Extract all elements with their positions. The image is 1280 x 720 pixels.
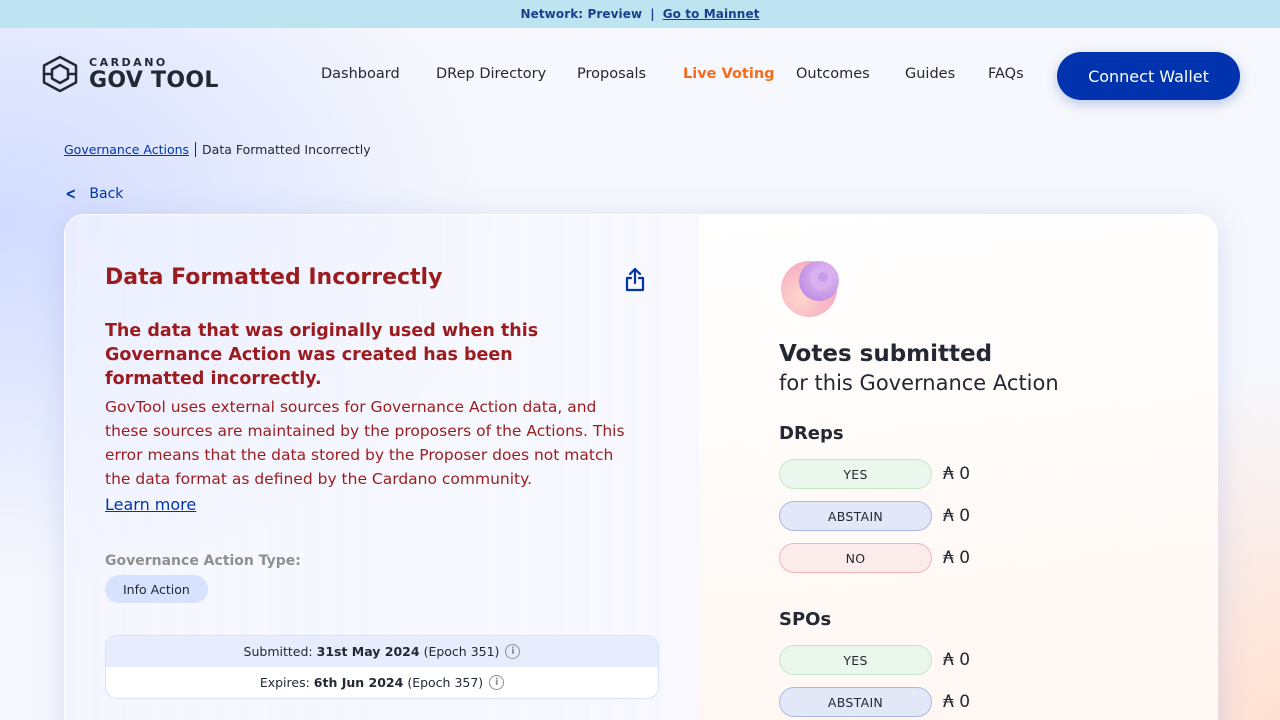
votes-subtitle: for this Governance Action <box>779 371 1059 395</box>
network-label: Network: Preview <box>520 7 643 21</box>
votes-illustration-icon <box>781 261 839 317</box>
info-icon[interactable]: i <box>505 644 521 659</box>
governance-action-card: Data Formatted Incorrectly The data that… <box>64 214 1218 720</box>
expires-label: Expires: <box>259 675 310 690</box>
drep-abstain-row: ABSTAIN ₳ 0 <box>779 501 970 531</box>
action-type-label: Governance Action Type: <box>105 553 301 569</box>
expires-epoch: (Epoch 357) <box>407 675 484 690</box>
spo-abstain-amount: ₳ 0 <box>943 692 971 712</box>
back-button[interactable]: < Back <box>64 184 123 203</box>
drep-no-row: NO ₳ 0 <box>779 543 970 573</box>
votes-panel: Votes submitted for this Governance Acti… <box>699 215 1217 720</box>
share-icon[interactable] <box>623 267 647 293</box>
error-heading: The data that was originally used when t… <box>105 321 539 389</box>
submitted-row: Submitted: 31st May 2024 (Epoch 351) i <box>106 636 658 667</box>
drep-no-pill: NO <box>779 543 932 573</box>
chevron-left-icon: < <box>65 184 77 203</box>
expires-row: Expires: 6th Jun 2024 (Epoch 357) i <box>106 667 658 698</box>
banner-separator: | <box>650 7 655 21</box>
action-type-chip: Info Action <box>105 575 208 603</box>
connect-wallet-button[interactable]: Connect Wallet <box>1057 52 1240 100</box>
logo-big-text: GOV TOOL <box>89 67 219 93</box>
drep-abstain-amount: ₳ 0 <box>943 506 971 526</box>
drep-yes-pill: YES <box>779 459 932 489</box>
action-details-panel: Data Formatted Incorrectly The data that… <box>65 215 699 720</box>
drep-no-amount: ₳ 0 <box>943 548 971 568</box>
spo-abstain-row: ABSTAIN ₳ 0 <box>779 687 970 717</box>
votes-title: Votes submitted <box>779 341 993 367</box>
spo-abstain-pill: ABSTAIN <box>779 687 932 717</box>
govtool-logo[interactable]: CARDANO GOV TOOL <box>40 55 219 93</box>
error-body: GovTool uses external sources for Govern… <box>105 398 625 488</box>
nav-outcomes[interactable]: Outcomes <box>796 66 870 82</box>
breadcrumb-governance-actions[interactable]: Governance Actions <box>64 142 189 157</box>
spo-yes-amount: ₳ 0 <box>943 650 971 670</box>
spo-yes-pill: YES <box>779 645 932 675</box>
breadcrumb-current: Data Formatted Incorrectly <box>202 142 371 157</box>
nav-drep-directory[interactable]: DRep Directory <box>436 66 546 82</box>
info-icon[interactable]: i <box>489 675 505 690</box>
nav-guides[interactable]: Guides <box>905 66 955 82</box>
nav-faqs[interactable]: FAQs <box>988 66 1024 82</box>
breadcrumb: Governance Actions Data Formatted Incorr… <box>64 142 371 157</box>
action-dates: Submitted: 31st May 2024 (Epoch 351) i E… <box>105 635 659 699</box>
network-banner: Network: Preview | Go to Mainnet <box>0 0 1280 28</box>
submitted-epoch: (Epoch 351) <box>423 644 500 659</box>
submitted-date: 31st May 2024 <box>316 644 420 659</box>
spo-yes-row: YES ₳ 0 <box>779 645 970 675</box>
hexagon-logo-icon <box>42 55 78 93</box>
submitted-label: Submitted: <box>243 644 313 659</box>
nav-dashboard[interactable]: Dashboard <box>321 66 400 82</box>
nav-live-voting[interactable]: Live Voting <box>683 66 775 82</box>
back-label: Back <box>89 185 124 202</box>
logo-small-text: CARDANO <box>89 55 168 69</box>
drep-abstain-pill: ABSTAIN <box>779 501 932 531</box>
breadcrumb-divider <box>195 142 197 157</box>
learn-more-link[interactable]: Learn more <box>105 495 196 514</box>
go-to-mainnet-link[interactable]: Go to Mainnet <box>663 7 760 21</box>
dreps-title: DReps <box>779 423 844 444</box>
spos-title: SPOs <box>779 609 832 630</box>
drep-yes-row: YES ₳ 0 <box>779 459 970 489</box>
action-title: Data Formatted Incorrectly <box>105 265 443 290</box>
drep-yes-amount: ₳ 0 <box>943 464 971 484</box>
nav-proposals[interactable]: Proposals <box>577 66 646 82</box>
expires-date: 6th Jun 2024 <box>313 675 404 690</box>
